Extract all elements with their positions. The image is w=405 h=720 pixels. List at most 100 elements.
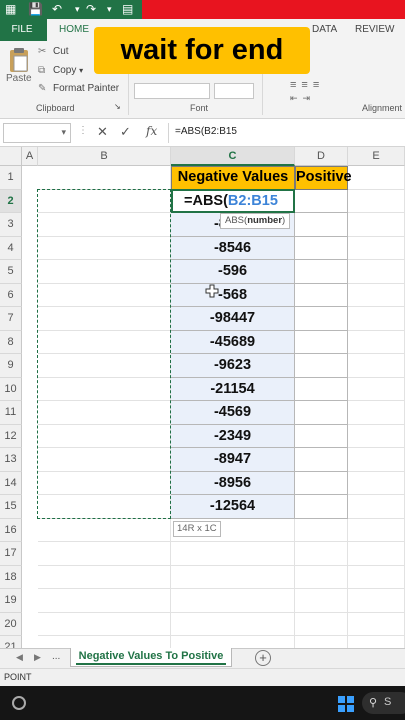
cell[interactable] xyxy=(38,283,171,307)
cell[interactable] xyxy=(295,377,348,401)
cell[interactable] xyxy=(348,307,405,331)
alignment-buttons[interactable]: ≡≡≡ xyxy=(290,79,324,91)
cell[interactable] xyxy=(295,260,348,284)
row-header[interactable]: 13 xyxy=(0,448,22,472)
sheet-tab-negative-values[interactable]: Negative Values To Positive xyxy=(70,648,232,667)
copy-button[interactable]: ⧉ Copy ▾ xyxy=(38,65,83,76)
row-header[interactable]: 16 xyxy=(0,518,22,542)
scroll-left-icon[interactable]: ◀ xyxy=(16,652,23,663)
cell[interactable] xyxy=(38,307,171,331)
cell[interactable] xyxy=(348,330,405,354)
cell[interactable] xyxy=(348,236,405,260)
header-positive-values[interactable]: Positive Values xyxy=(295,166,352,207)
undo-dropdown-icon[interactable]: ▾ xyxy=(75,1,80,17)
cell[interactable] xyxy=(295,401,348,425)
tab-file[interactable]: FILE xyxy=(0,19,44,41)
clipboard-launcher-icon[interactable]: ↘ xyxy=(114,102,121,111)
cell[interactable] xyxy=(171,612,295,636)
cell[interactable] xyxy=(38,424,171,448)
cell[interactable] xyxy=(295,495,348,519)
enter-icon[interactable]: ✓ xyxy=(120,124,131,140)
row-header[interactable]: 19 xyxy=(0,589,22,613)
cell[interactable] xyxy=(348,354,405,378)
paste-button[interactable]: Paste xyxy=(6,73,32,84)
active-cell-editor[interactable]: =ABS(B2:B15 xyxy=(171,189,295,213)
cell[interactable] xyxy=(295,518,348,542)
cell[interactable] xyxy=(348,518,405,542)
row-header[interactable]: 6 xyxy=(0,283,22,307)
row-header[interactable]: 9 xyxy=(0,354,22,378)
formula-input[interactable]: =ABS(B2:B15 xyxy=(175,126,237,137)
cell[interactable] xyxy=(38,377,171,401)
cell[interactable]: -2349 xyxy=(171,424,295,448)
row-header[interactable]: 5 xyxy=(0,260,22,284)
cell[interactable] xyxy=(348,424,405,448)
cell[interactable]: -8956 xyxy=(171,471,295,495)
cell[interactable]: -8546 xyxy=(171,236,295,260)
cell[interactable] xyxy=(348,189,405,213)
cell[interactable] xyxy=(38,213,171,237)
select-all-corner[interactable] xyxy=(0,147,22,166)
cell[interactable] xyxy=(348,283,405,307)
cell[interactable] xyxy=(348,213,405,237)
cell[interactable] xyxy=(38,565,171,589)
tab-review[interactable]: REVIEW xyxy=(355,19,394,41)
cell[interactable]: -568 xyxy=(171,283,295,307)
cell[interactable] xyxy=(348,589,405,613)
cell[interactable] xyxy=(295,471,348,495)
column-header-c[interactable]: C xyxy=(171,147,295,166)
save-icon[interactable]: 💾 xyxy=(28,1,43,17)
cell[interactable] xyxy=(38,471,171,495)
taskbar-search[interactable]: ⚲ S xyxy=(362,692,405,714)
cell[interactable]: -45689 xyxy=(171,330,295,354)
header-negative-values[interactable]: Negative Values xyxy=(171,166,295,190)
insert-function-icon[interactable]: fx xyxy=(146,124,157,138)
cell[interactable]: -9623 xyxy=(171,354,295,378)
column-header-e[interactable]: E xyxy=(348,147,405,166)
cell[interactable] xyxy=(295,612,348,636)
cell[interactable]: -8947 xyxy=(171,448,295,472)
cell[interactable] xyxy=(348,471,405,495)
cell[interactable] xyxy=(38,448,171,472)
row-header[interactable]: 2 xyxy=(0,189,22,213)
row-header[interactable]: 20 xyxy=(0,612,22,636)
cell[interactable] xyxy=(38,401,171,425)
row-header[interactable]: 10 xyxy=(0,377,22,401)
cell[interactable] xyxy=(38,260,171,284)
cell[interactable] xyxy=(38,189,171,213)
cell[interactable] xyxy=(38,495,171,519)
row-header[interactable]: 15 xyxy=(0,495,22,519)
cell[interactable] xyxy=(38,542,171,566)
font-size-box[interactable] xyxy=(214,83,254,99)
name-box[interactable]: ▾ xyxy=(3,123,71,143)
cell[interactable]: -21154 xyxy=(171,377,295,401)
paste-icon[interactable] xyxy=(8,47,30,73)
column-header-b[interactable]: B xyxy=(38,147,171,166)
cell[interactable] xyxy=(38,236,171,260)
customize-toolbar-icon[interactable]: ▤ xyxy=(122,1,133,17)
cell[interactable] xyxy=(295,589,348,613)
undo-icon[interactable]: ↶ xyxy=(52,1,62,17)
row-header[interactable]: 17 xyxy=(0,542,22,566)
cell[interactable] xyxy=(348,542,405,566)
cell[interactable] xyxy=(348,401,405,425)
cell[interactable] xyxy=(295,424,348,448)
cell[interactable] xyxy=(295,307,348,331)
cell[interactable] xyxy=(295,330,348,354)
cell[interactable] xyxy=(38,589,171,613)
cell[interactable] xyxy=(295,354,348,378)
add-sheet-button[interactable]: + xyxy=(255,650,271,666)
cell[interactable] xyxy=(295,213,348,237)
font-name-box[interactable] xyxy=(134,83,210,99)
cell[interactable] xyxy=(348,612,405,636)
cell[interactable] xyxy=(171,565,295,589)
cell[interactable]: -98447 xyxy=(171,307,295,331)
cell[interactable] xyxy=(295,189,348,213)
cell[interactable] xyxy=(38,354,171,378)
redo-icon[interactable]: ↷ xyxy=(86,1,96,17)
cell[interactable] xyxy=(348,166,405,190)
row-header[interactable]: 12 xyxy=(0,424,22,448)
function-tooltip[interactable]: ABS(number) xyxy=(220,213,291,229)
row-header[interactable]: 3 xyxy=(0,213,22,237)
cell[interactable] xyxy=(38,330,171,354)
